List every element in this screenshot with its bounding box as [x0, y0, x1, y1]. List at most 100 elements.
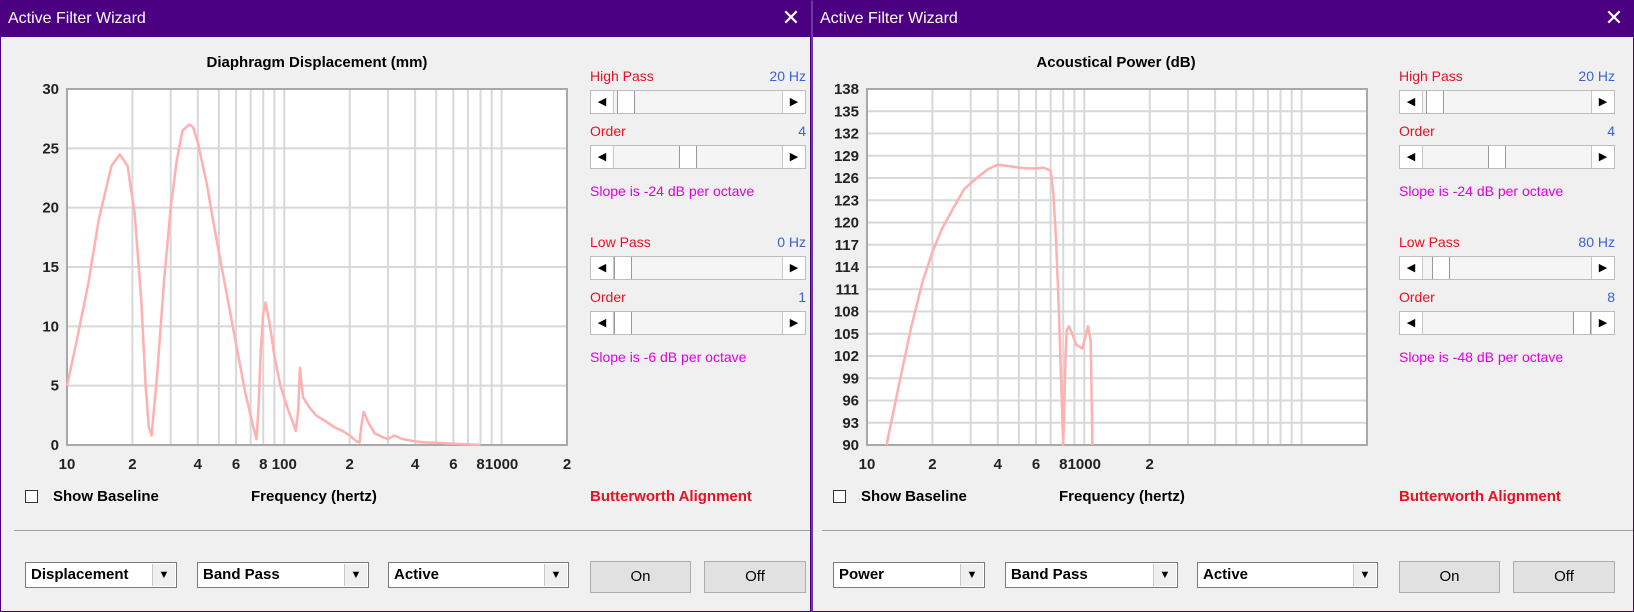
show-baseline-checkbox[interactable]: Show Baseline — [833, 488, 967, 505]
checkbox-box[interactable] — [833, 490, 846, 503]
x-tick-label: 1000 — [1068, 456, 1101, 473]
alignment-label: Butterworth Alignment — [590, 488, 752, 505]
scroll-right-icon[interactable]: ▶ — [1591, 257, 1614, 279]
x-tick-label: 6 — [449, 456, 457, 473]
y-tick-label: 96 — [842, 393, 859, 410]
slider-track[interactable] — [614, 91, 782, 113]
scroll-right-icon[interactable]: ▶ — [782, 257, 805, 279]
slider-thumb[interactable] — [617, 91, 635, 113]
mode-select[interactable]: Active ▼ — [1197, 562, 1378, 588]
hp-order-slider[interactable]: ◀ ▶ — [590, 145, 806, 169]
slider-track[interactable] — [1423, 312, 1591, 334]
title-bar[interactable]: Active Filter Wizard ✕ — [1, 1, 810, 37]
y-tick-label: 117 — [835, 237, 859, 254]
checkbox-box[interactable] — [25, 490, 38, 503]
high-pass-slider[interactable]: ◀ ▶ — [590, 90, 806, 114]
slider-thumb[interactable] — [1487, 146, 1506, 168]
scroll-left-icon[interactable]: ◀ — [1400, 257, 1423, 279]
high-pass-slider[interactable]: ◀ ▶ — [1399, 90, 1615, 114]
chevron-down-icon[interactable]: ▼ — [1353, 564, 1376, 586]
title-bar[interactable]: Active Filter Wizard ✕ — [813, 1, 1633, 37]
window-title: Active Filter Wizard — [8, 10, 146, 27]
hp-slope-text: Slope is -24 dB per octave — [590, 183, 755, 199]
scroll-right-icon[interactable]: ▶ — [782, 91, 805, 113]
slider-track[interactable] — [1423, 257, 1591, 279]
chevron-down-icon[interactable]: ▼ — [152, 564, 175, 586]
chevron-down-icon[interactable]: ▼ — [960, 564, 983, 586]
off-button[interactable]: Off — [704, 561, 806, 593]
scroll-right-icon[interactable]: ▶ — [1591, 91, 1614, 113]
scroll-left-icon[interactable]: ◀ — [1400, 312, 1423, 334]
off-button[interactable]: Off — [1513, 561, 1615, 593]
lp-order-slider[interactable]: ◀ ▶ — [1399, 311, 1615, 335]
y-tick-label: 10 — [42, 318, 59, 335]
y-tick-label: 135 — [834, 103, 859, 120]
lp-slope-text: Slope is -6 dB per octave — [590, 349, 747, 365]
slider-thumb[interactable] — [614, 312, 632, 334]
x-tick-label: 8 — [476, 456, 484, 473]
on-button[interactable]: On — [590, 561, 691, 593]
lp-order-value: 8 — [1607, 289, 1615, 305]
y-tick-label: 0 — [51, 437, 59, 454]
slider-thumb[interactable] — [1426, 91, 1444, 113]
scroll-left-icon[interactable]: ◀ — [591, 146, 614, 168]
y-tick-label: 129 — [834, 148, 859, 165]
chevron-down-icon[interactable]: ▼ — [1153, 564, 1176, 586]
alignment-label: Butterworth Alignment — [1399, 488, 1561, 505]
plot-type-value: Power — [839, 566, 885, 583]
slider-track[interactable] — [614, 257, 782, 279]
lp-order-slider[interactable]: ◀ ▶ — [590, 311, 806, 335]
low-pass-slider[interactable]: ◀ ▶ — [1399, 256, 1615, 280]
hp-order-label: Order — [590, 123, 626, 139]
slider-thumb[interactable] — [678, 146, 697, 168]
slider-track[interactable] — [1423, 146, 1591, 168]
scroll-left-icon[interactable]: ◀ — [591, 257, 614, 279]
slider-thumb[interactable] — [1432, 257, 1450, 279]
scroll-right-icon[interactable]: ▶ — [1591, 146, 1614, 168]
filter-type-select[interactable]: Band Pass ▼ — [197, 562, 369, 588]
chevron-down-icon[interactable]: ▼ — [344, 564, 367, 586]
chevron-down-icon[interactable]: ▼ — [544, 564, 567, 586]
scroll-left-icon[interactable]: ◀ — [1400, 146, 1423, 168]
mode-value: Active — [394, 566, 440, 583]
show-baseline-label: Show Baseline — [53, 488, 159, 505]
low-pass-label: Low Pass — [1399, 234, 1460, 250]
slider-track[interactable] — [614, 312, 782, 334]
y-tick-label: 90 — [842, 437, 859, 454]
slider-track[interactable] — [614, 146, 782, 168]
scroll-left-icon[interactable]: ◀ — [1400, 91, 1423, 113]
scroll-left-icon[interactable]: ◀ — [591, 91, 614, 113]
hp-order-value: 4 — [1607, 123, 1615, 139]
active-filter-window-2: Active Filter Wizard ✕ Acoustical Power … — [811, 0, 1634, 612]
window-title: Active Filter Wizard — [820, 10, 958, 27]
scroll-right-icon[interactable]: ▶ — [782, 146, 805, 168]
y-tick-label: 5 — [51, 378, 59, 395]
active-filter-window-1: Active Filter Wizard ✕ Diaphragm Displac… — [0, 0, 811, 612]
low-pass-slider[interactable]: ◀ ▶ — [590, 256, 806, 280]
mode-select[interactable]: Active ▼ — [388, 562, 569, 588]
x-tick-label: 8 — [1059, 456, 1067, 473]
x-tick-label: 2 — [928, 456, 936, 473]
low-pass-value: 0 Hz — [777, 234, 806, 250]
hp-order-value: 4 — [798, 123, 806, 139]
scroll-right-icon[interactable]: ▶ — [1591, 312, 1614, 334]
plot-type-select[interactable]: Displacement ▼ — [25, 562, 177, 588]
close-icon[interactable]: ✕ — [1601, 1, 1627, 37]
filter-type-select[interactable]: Band Pass ▼ — [1005, 562, 1178, 588]
slider-thumb[interactable] — [1573, 312, 1591, 334]
show-baseline-checkbox[interactable]: Show Baseline — [25, 488, 159, 505]
scroll-right-icon[interactable]: ▶ — [782, 312, 805, 334]
y-tick-label: 93 — [842, 415, 859, 432]
slider-thumb[interactable] — [614, 257, 632, 279]
scroll-left-icon[interactable]: ◀ — [591, 312, 614, 334]
slider-track[interactable] — [1423, 91, 1591, 113]
low-pass-value: 80 Hz — [1578, 234, 1615, 250]
x-tick-label: 4 — [411, 456, 420, 473]
on-button[interactable]: On — [1399, 561, 1500, 593]
y-tick-label: 114 — [835, 259, 860, 276]
displacement-chart: 05101520253010 2 4 6 8 100 2 4 6 8 1000 2 — [42, 81, 571, 473]
hp-order-slider[interactable]: ◀ ▶ — [1399, 145, 1615, 169]
plot-type-select[interactable]: Power ▼ — [833, 562, 985, 588]
close-icon[interactable]: ✕ — [778, 1, 804, 37]
y-tick-label: 138 — [834, 81, 859, 98]
